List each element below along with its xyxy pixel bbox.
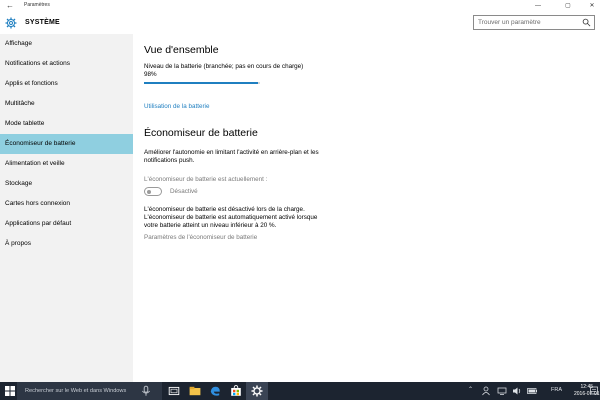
title-bar: ← Paramètres — ▢ ✕ bbox=[0, 0, 600, 12]
sidebar-item-applications-defaut[interactable]: Applications par défaut bbox=[0, 214, 133, 234]
saver-info-line2: L'économiseur de batterie est automatiqu… bbox=[144, 214, 318, 221]
volume-icon[interactable] bbox=[512, 386, 522, 396]
saver-info-line3: votre batterie atteint un niveau inférie… bbox=[144, 222, 277, 229]
minimize-button[interactable]: — bbox=[530, 1, 546, 11]
battery-progress-fill bbox=[144, 82, 258, 84]
section-title: SYSTÈME bbox=[25, 19, 60, 26]
battery-level-label: Niveau de la batterie (branchée; pas en … bbox=[144, 63, 304, 70]
search-placeholder: Trouver un paramètre bbox=[478, 19, 541, 26]
toggle-state-label: Désactivé bbox=[170, 188, 198, 195]
task-view-icon[interactable] bbox=[168, 385, 180, 397]
taskbar: Rechercher sur le Web et dans Windows ⌃ … bbox=[0, 382, 600, 400]
sidebar-item-a-propos[interactable]: À propos bbox=[0, 234, 133, 254]
notifications-icon[interactable] bbox=[590, 386, 598, 396]
store-icon[interactable] bbox=[230, 385, 242, 397]
battery-saver-toggle[interactable] bbox=[144, 187, 162, 196]
battery-usage-link[interactable]: Utilisation de la batterie bbox=[144, 103, 209, 111]
gear-icon bbox=[5, 17, 17, 29]
toggle-knob bbox=[147, 189, 151, 194]
sidebar: Affichage Notifications et actions Appli… bbox=[0, 34, 133, 382]
sidebar-item-affichage[interactable]: Affichage bbox=[0, 34, 133, 54]
saver-description-line2: notifications push. bbox=[144, 157, 195, 164]
sidebar-item-mode-tablette[interactable]: Mode tablette bbox=[0, 114, 133, 134]
microphone-icon[interactable] bbox=[140, 385, 152, 397]
saver-description-line1: Améliorer l'autonomie en limitant l'acti… bbox=[144, 149, 319, 156]
sidebar-item-multitache[interactable]: Multitâche bbox=[0, 94, 133, 114]
sidebar-item-alimentation[interactable]: Alimentation et veille bbox=[0, 154, 133, 174]
sidebar-item-notifications[interactable]: Notifications et actions bbox=[0, 54, 133, 74]
edge-browser-icon[interactable] bbox=[209, 385, 221, 397]
battery-progress-bar bbox=[144, 82, 260, 84]
windows-start-icon[interactable] bbox=[5, 386, 15, 396]
battery-icon[interactable] bbox=[527, 386, 538, 396]
main-content: Vue d'ensemble Niveau de la batterie (br… bbox=[133, 34, 600, 382]
close-button[interactable]: ✕ bbox=[584, 1, 600, 11]
overview-heading: Vue d'ensemble bbox=[144, 44, 219, 56]
search-input[interactable]: Trouver un paramètre bbox=[473, 15, 595, 30]
saver-status-label: L'économiseur de batterie est actuelleme… bbox=[144, 176, 268, 183]
sidebar-item-stockage[interactable]: Stockage bbox=[0, 174, 133, 194]
taskbar-settings-app[interactable] bbox=[246, 382, 268, 400]
maximize-button[interactable]: ▢ bbox=[560, 1, 576, 11]
back-arrow-icon[interactable]: ← bbox=[6, 1, 14, 10]
people-icon[interactable] bbox=[481, 386, 491, 396]
battery-saver-heading: Économiseur de batterie bbox=[144, 127, 258, 139]
saver-info-line1: L'économiseur de batterie est désactivé … bbox=[144, 206, 305, 213]
search-icon bbox=[582, 18, 591, 27]
taskbar-search-text: Rechercher sur le Web et dans Windows bbox=[25, 388, 127, 394]
sidebar-item-economiseur-batterie[interactable]: Économiseur de batterie bbox=[0, 134, 133, 154]
sidebar-item-applis[interactable]: Applis et fonctions bbox=[0, 74, 133, 94]
sidebar-item-cartes[interactable]: Cartes hors connexion bbox=[0, 194, 133, 214]
language-indicator[interactable]: FRA bbox=[551, 387, 562, 393]
tray-chevron-up-icon[interactable]: ⌃ bbox=[468, 386, 473, 393]
saver-settings-link[interactable]: Paramètres de l'économiseur de batterie bbox=[144, 234, 257, 242]
file-explorer-icon[interactable] bbox=[189, 385, 201, 397]
settings-gear-icon bbox=[251, 385, 263, 397]
network-icon[interactable] bbox=[497, 386, 507, 396]
window-title: Paramètres bbox=[24, 2, 50, 8]
battery-percent: 98% bbox=[144, 71, 157, 78]
